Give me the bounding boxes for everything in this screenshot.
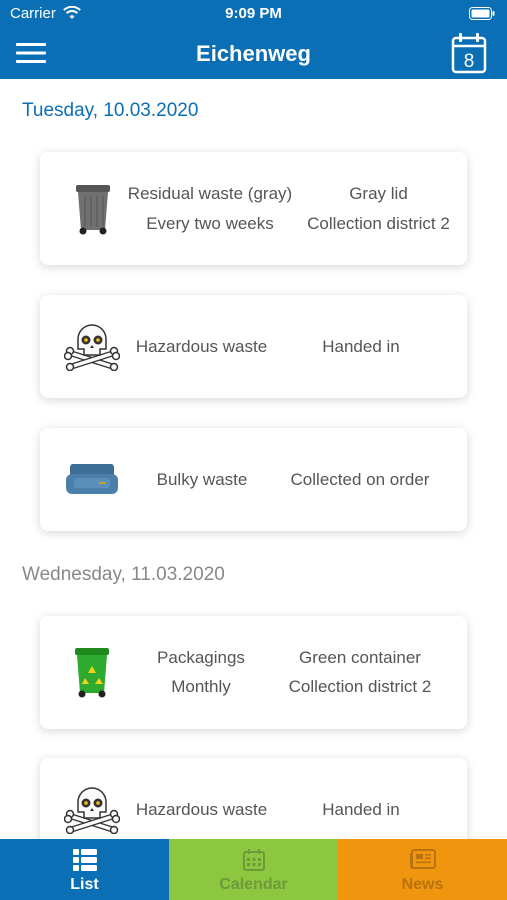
date-header: Tuesday, 10.03.2020: [22, 100, 199, 121]
waste-type-label: Hazardous waste: [135, 337, 268, 356]
container-label: Collected on order: [290, 470, 430, 489]
container-label: Green container: [299, 648, 421, 667]
collection-card[interactable]: Residual waste (gray) Gray lid Every two…: [40, 152, 467, 265]
clock: 9:09 PM: [225, 5, 282, 22]
district-label: Collection district 2: [288, 677, 432, 696]
sofa-icon: [65, 462, 119, 503]
gray-bin-icon: [75, 183, 111, 240]
container-label: Handed in: [322, 800, 400, 819]
calendar-today-button[interactable]: 8: [451, 32, 487, 74]
district-label: Collection district 2: [307, 214, 450, 233]
tab-news[interactable]: News: [338, 839, 507, 900]
collection-card[interactable]: Hazardous waste Handed in: [40, 295, 467, 398]
green-bin-icon: [74, 646, 110, 703]
container-label: Handed in: [322, 337, 400, 356]
collection-list[interactable]: Tuesday, 10.03.2020 Residual waste (gray…: [0, 79, 507, 839]
newspaper-icon: [409, 849, 436, 874]
tab-news-label: News: [401, 876, 444, 893]
navigation-bar: Eichenweg 8: [0, 28, 507, 79]
page-title: Eichenweg: [196, 41, 311, 66]
status-bar: Carrier 9:09 PM: [0, 0, 507, 28]
skull-crossbones-icon: [63, 782, 121, 839]
collection-card[interactable]: Bulky waste Collected on order: [40, 428, 467, 531]
tab-calendar[interactable]: Calendar: [169, 839, 338, 900]
skull-crossbones-icon: [63, 319, 121, 376]
tab-calendar-label: Calendar: [219, 876, 288, 893]
calendar-icon: [242, 849, 265, 876]
waste-type-label: Bulky waste: [156, 470, 248, 489]
waste-type-label: Packagings: [157, 648, 245, 667]
collection-card[interactable]: Packagings Green container Monthly Colle…: [40, 616, 467, 729]
battery-icon: [469, 7, 495, 24]
list-icon: [72, 849, 97, 876]
collection-card[interactable]: Hazardous waste Handed in: [40, 758, 467, 839]
interval-label: Every two weeks: [146, 214, 274, 233]
container-label: Gray lid: [349, 184, 408, 203]
waste-type-label: Hazardous waste: [135, 800, 268, 819]
tab-bar: List Calendar News: [0, 839, 507, 900]
waste-type-label: Residual waste (gray): [127, 184, 293, 203]
date-header: Wednesday, 11.03.2020: [22, 564, 225, 585]
tab-list-label: List: [70, 876, 99, 893]
calendar-day-number: 8: [464, 51, 475, 72]
tab-list[interactable]: List: [0, 839, 169, 900]
interval-label: Monthly: [171, 677, 231, 696]
